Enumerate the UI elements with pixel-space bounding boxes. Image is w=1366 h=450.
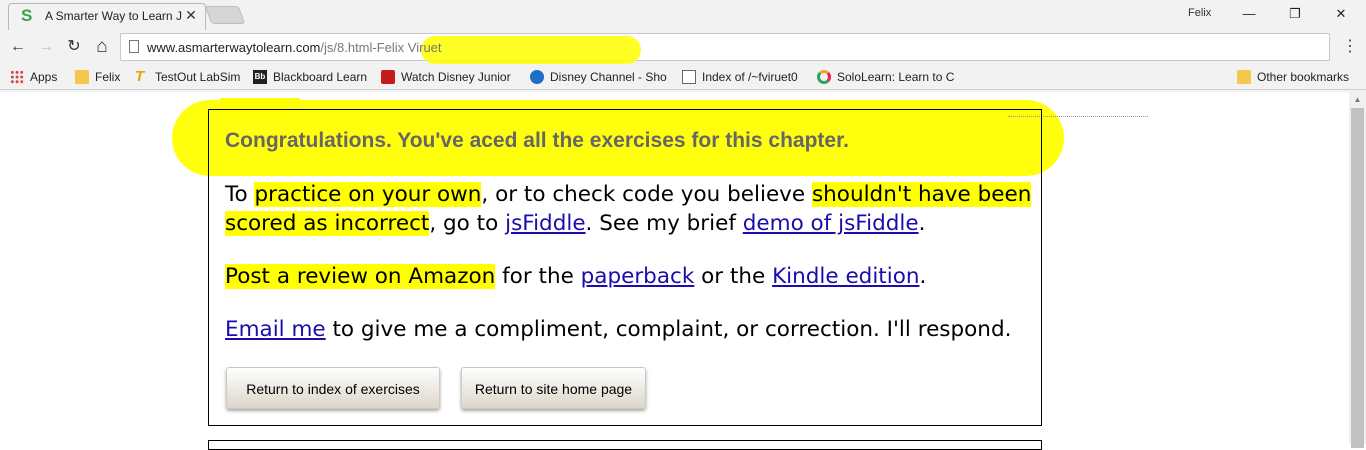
minimize-icon[interactable]: — — [1226, 0, 1272, 28]
forward-arrow-icon[interactable]: → — [34, 35, 58, 59]
next-panel — [208, 440, 1042, 450]
text: or the — [694, 264, 773, 289]
page-info-icon[interactable] — [129, 40, 139, 53]
bookmark-blackboard[interactable]: Bb Blackboard Learn — [253, 68, 373, 86]
apps-grid-icon — [10, 70, 24, 84]
text: for the — [495, 264, 581, 289]
bookmark-other[interactable]: Other bookmarks — [1237, 68, 1357, 86]
disney-junior-icon — [381, 70, 395, 84]
congrats-heading: Congratulations. You've aced all the exe… — [225, 129, 849, 152]
bookmark-disney-channel[interactable]: Disney Channel - Sho — [530, 68, 668, 86]
text: , or to check code you believe — [481, 182, 812, 207]
tab-close-icon[interactable]: ✕ — [183, 7, 199, 23]
url-highlight-mark — [421, 36, 641, 64]
url-text: www.asmarterwaytolearn.com/js/8.html-Fel… — [147, 40, 442, 55]
page-icon — [682, 70, 696, 84]
bookmark-apps[interactable]: Apps — [10, 68, 70, 86]
blackboard-icon: Bb — [253, 70, 267, 84]
vertical-scrollbar[interactable]: ▲ — [1349, 92, 1366, 448]
disney-channel-icon — [530, 70, 544, 84]
email-me-link[interactable]: Email me — [225, 317, 326, 342]
folder-icon — [1237, 70, 1251, 84]
text: . — [918, 211, 926, 236]
return-to-index-button[interactable]: Return to index of exercises — [226, 367, 440, 409]
kindle-edition-link[interactable]: Kindle edition — [772, 264, 919, 289]
highlighted-text: shouldn't have been — [811, 182, 1032, 207]
practice-paragraph: To practice on your own, or to check cod… — [225, 180, 1032, 238]
text: to give me a compliment, complaint, or c… — [325, 317, 1012, 342]
review-paragraph: Post a review on Amazon for the paperbac… — [225, 262, 926, 291]
highlighted-text: practice on your own — [254, 182, 482, 207]
bookmark-felix[interactable]: Felix — [75, 68, 130, 86]
bookmarks-bar: Apps Felix T TestOut LabSim Bb Blackboard … — [0, 64, 1366, 90]
toolbar: ← → ↻ ⌂ www.asmarterwaytolearn.com/js/8.… — [0, 30, 1366, 64]
tab-title: A Smarter Way to Learn J — [45, 9, 182, 23]
back-arrow-icon[interactable]: ← — [6, 35, 30, 59]
browser-chrome: S A Smarter Way to Learn J ✕ Felix — ❐ ✕… — [0, 0, 1366, 92]
return-to-home-button[interactable]: Return to site home page — [461, 367, 646, 409]
restore-icon[interactable]: ❐ — [1272, 0, 1318, 28]
text: To — [225, 182, 255, 207]
text: , go to — [429, 211, 506, 236]
browser-menu-icon[interactable]: ⋮ — [1340, 35, 1360, 59]
scrollbar-thumb[interactable] — [1351, 108, 1364, 448]
home-icon[interactable]: ⌂ — [90, 35, 114, 59]
new-tab-button[interactable] — [204, 6, 246, 24]
window-close-icon[interactable]: ✕ — [1318, 0, 1364, 28]
site-favicon-icon: S — [21, 6, 33, 25]
text: . — [919, 264, 927, 289]
address-bar[interactable]: www.asmarterwaytolearn.com/js/8.html-Fel… — [120, 33, 1330, 64]
highlighted-text: Post a review on Amazon — [225, 264, 496, 289]
sololearn-icon — [817, 70, 831, 84]
jsfiddle-demo-link[interactable]: demo of jsFiddle — [743, 211, 919, 236]
highlighted-text: scored as incorrect — [225, 211, 430, 236]
bookmark-index[interactable]: Index of /~fviruet0 — [682, 68, 807, 86]
folder-icon — [75, 70, 89, 84]
email-paragraph: Email me to give me a compliment, compla… — [225, 315, 1011, 344]
reload-icon[interactable]: ↻ — [62, 35, 86, 59]
jsfiddle-link[interactable]: jsFiddle — [505, 211, 585, 236]
paperback-link[interactable]: paperback — [581, 264, 695, 289]
bookmark-disney-junior[interactable]: Watch Disney Junior — [381, 68, 515, 86]
text: . See my brief — [585, 211, 743, 236]
profile-name[interactable]: Felix — [1188, 7, 1211, 19]
tab-strip: S A Smarter Way to Learn J ✕ Felix — ❐ ✕ — [0, 0, 1366, 30]
bookmark-sololearn[interactable]: SoloLearn: Learn to C — [817, 68, 955, 86]
scroll-up-arrow-icon[interactable]: ▲ — [1349, 92, 1366, 107]
testout-icon: T — [135, 68, 145, 85]
bookmark-testout[interactable]: T TestOut LabSim — [135, 68, 247, 86]
active-tab[interactable]: S A Smarter Way to Learn J ✕ — [8, 3, 206, 30]
